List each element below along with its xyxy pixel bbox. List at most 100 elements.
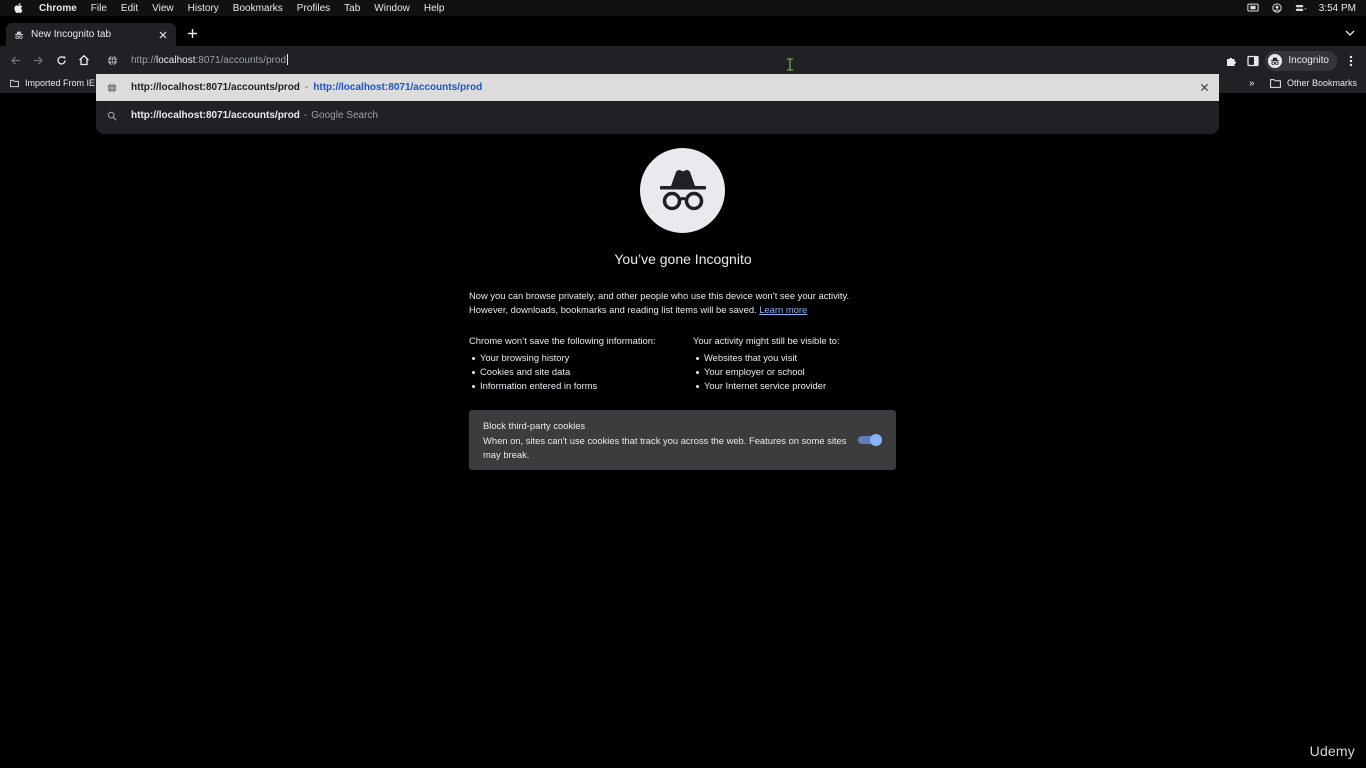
profile-label: Incognito <box>1288 55 1329 66</box>
search-icon <box>107 111 117 121</box>
toolbar-right-actions: Incognito <box>1225 46 1366 75</box>
menu-edit[interactable]: Edit <box>121 3 138 14</box>
user-account-icon[interactable] <box>1271 3 1283 13</box>
mouse-cursor-icon <box>787 58 793 71</box>
extensions-puzzle-icon[interactable] <box>1225 55 1237 67</box>
suggestion-separator: - <box>303 110 308 121</box>
tab-strip: New Incognito tab <box>0 16 1366 46</box>
control-center-icon[interactable] <box>1295 3 1307 13</box>
suggestion-search[interactable]: http://localhost:8071/accounts/prod - Go… <box>96 102 1219 129</box>
incognito-hero-icon <box>640 148 725 233</box>
url-scheme: http:// <box>131 55 157 66</box>
cookie-card-title: Block third-party cookies <box>483 420 586 431</box>
heading-text: to: <box>826 335 840 346</box>
page-title: You’ve gone Incognito <box>614 251 752 267</box>
menubar-status-area: 3:54 PM <box>1247 0 1356 16</box>
tab-close-icon[interactable] <box>158 30 168 40</box>
suggestion-url[interactable]: http://localhost:8071/accounts/prod - ht… <box>96 74 1219 101</box>
learn-more-link[interactable]: Learn more <box>759 304 807 315</box>
list-item: Websites that you visit <box>693 351 903 365</box>
home-button[interactable] <box>76 52 92 68</box>
list-item: Cookies and site data <box>469 365 689 379</box>
intro-line-2: However, downloads, bookmarks and readin… <box>469 303 899 317</box>
bookmark-label: Imported From IE <box>24 78 95 88</box>
menu-help[interactable]: Help <box>424 3 445 14</box>
heading-emphasis: won’t save <box>504 335 550 346</box>
remove-suggestion-icon[interactable] <box>1200 83 1209 92</box>
folder-icon <box>10 79 19 87</box>
arrow-right-icon <box>33 56 43 64</box>
block-cookies-card: Block third-party cookies When on, sites… <box>469 410 896 470</box>
intro-line-1: Now you can browse privately, and other … <box>469 290 850 301</box>
incognito-icon <box>14 31 24 39</box>
menu-app-name[interactable]: Chrome <box>39 3 77 14</box>
incognito-avatar <box>1268 53 1283 68</box>
omnibox-url[interactable]: http://localhost:8071/accounts/prod <box>131 54 289 66</box>
block-cookies-toggle[interactable] <box>858 434 882 446</box>
list-item: Your browsing history <box>469 351 689 365</box>
screen-share-icon[interactable] <box>1247 3 1259 13</box>
home-icon <box>79 54 89 66</box>
omnibox-suggestions-dropdown: http://localhost:8071/accounts/prod - ht… <box>96 73 1219 134</box>
suggestion-search-engine: Google Search <box>311 110 378 121</box>
suggestion-text: http://localhost:8071/accounts/prod <box>131 110 300 121</box>
suggestion-url-detail: http://localhost:8071/accounts/prod <box>313 82 483 93</box>
forward-button[interactable] <box>30 52 46 68</box>
reload-icon <box>56 55 66 65</box>
menu-window[interactable]: Window <box>374 3 410 14</box>
arrow-left-icon <box>10 56 20 64</box>
suggestion-separator: - <box>304 82 309 93</box>
heading-text: Chrome <box>469 335 505 346</box>
menu-file[interactable]: File <box>91 3 107 14</box>
heading-text: the following information: <box>549 335 656 346</box>
heading-text: Your activity <box>693 335 746 346</box>
still-visible-list: Websites that you visit Your employer or… <box>693 351 903 393</box>
menu-view[interactable]: View <box>152 3 174 14</box>
new-tab-button[interactable] <box>184 25 200 41</box>
heading-emphasis: might still be visible <box>745 335 827 346</box>
wont-save-column: Chrome won’t save the following informat… <box>469 334 689 393</box>
menu-profiles[interactable]: Profiles <box>297 3 330 14</box>
url-path: :8071/accounts/prod <box>195 55 287 66</box>
text-caret <box>287 54 289 65</box>
list-item: Your Internet service provider <box>693 379 903 393</box>
cookie-card-description: When on, sites can't use cookies that tr… <box>483 435 847 460</box>
back-button[interactable] <box>7 52 23 68</box>
folder-icon <box>1270 78 1281 88</box>
intro-line-2-text: However, downloads, bookmarks and readin… <box>469 304 757 315</box>
suggestion-text: http://localhost:8071/accounts/prod <box>131 82 300 93</box>
bookmark-folder-other[interactable]: Other Bookmarks <box>1270 78 1357 88</box>
tab-search-chevron-icon[interactable] <box>1344 27 1356 39</box>
tab-new-incognito[interactable]: New Incognito tab <box>6 23 176 46</box>
list-item: Your employer or school <box>693 365 903 379</box>
bookmark-folder-imported[interactable]: Imported From IE <box>10 78 95 88</box>
bookmark-label: Other Bookmarks <box>1287 78 1358 88</box>
menu-tab[interactable]: Tab <box>344 3 360 14</box>
apple-icon[interactable] <box>13 2 25 14</box>
bookmarks-overflow-chevron[interactable]: » <box>1249 78 1255 89</box>
menu-bookmarks[interactable]: Bookmarks <box>233 3 283 14</box>
wont-save-list: Your browsing history Cookies and site d… <box>469 351 689 393</box>
menu-history[interactable]: History <box>188 3 219 14</box>
list-item: Information entered in forms <box>469 379 689 393</box>
browser-toolbar: http://localhost:8071/accounts/prod Inco… <box>0 46 1366 75</box>
plus-icon <box>187 28 197 38</box>
side-panel-icon[interactable] <box>1247 55 1260 67</box>
mac-menu-bar: Chrome File Edit View History Bookmarks … <box>0 0 1366 16</box>
omnibox[interactable]: http://localhost:8071/accounts/prod <box>96 47 1219 73</box>
incognito-hat-glasses-icon <box>659 169 706 210</box>
udemy-watermark: Udemy <box>1309 743 1355 759</box>
wont-save-heading: Chrome won’t save the following informat… <box>469 334 689 348</box>
incognito-intro: Now you can browse privately, and other … <box>469 289 899 317</box>
toggle-knob <box>870 434 882 446</box>
still-visible-heading: Your activity might still be visible to: <box>693 334 903 348</box>
incognito-profile-chip[interactable]: Incognito <box>1265 50 1337 71</box>
globe-icon <box>107 55 118 65</box>
url-host: localhost <box>156 55 196 66</box>
tab-title: New Incognito tab <box>31 29 112 40</box>
incognito-icon <box>1271 57 1280 65</box>
reload-button[interactable] <box>53 52 69 68</box>
still-visible-column: Your activity might still be visible to:… <box>693 334 903 393</box>
menubar-clock[interactable]: 3:54 PM <box>1319 3 1356 14</box>
more-vertical-icon[interactable] <box>1345 55 1357 67</box>
